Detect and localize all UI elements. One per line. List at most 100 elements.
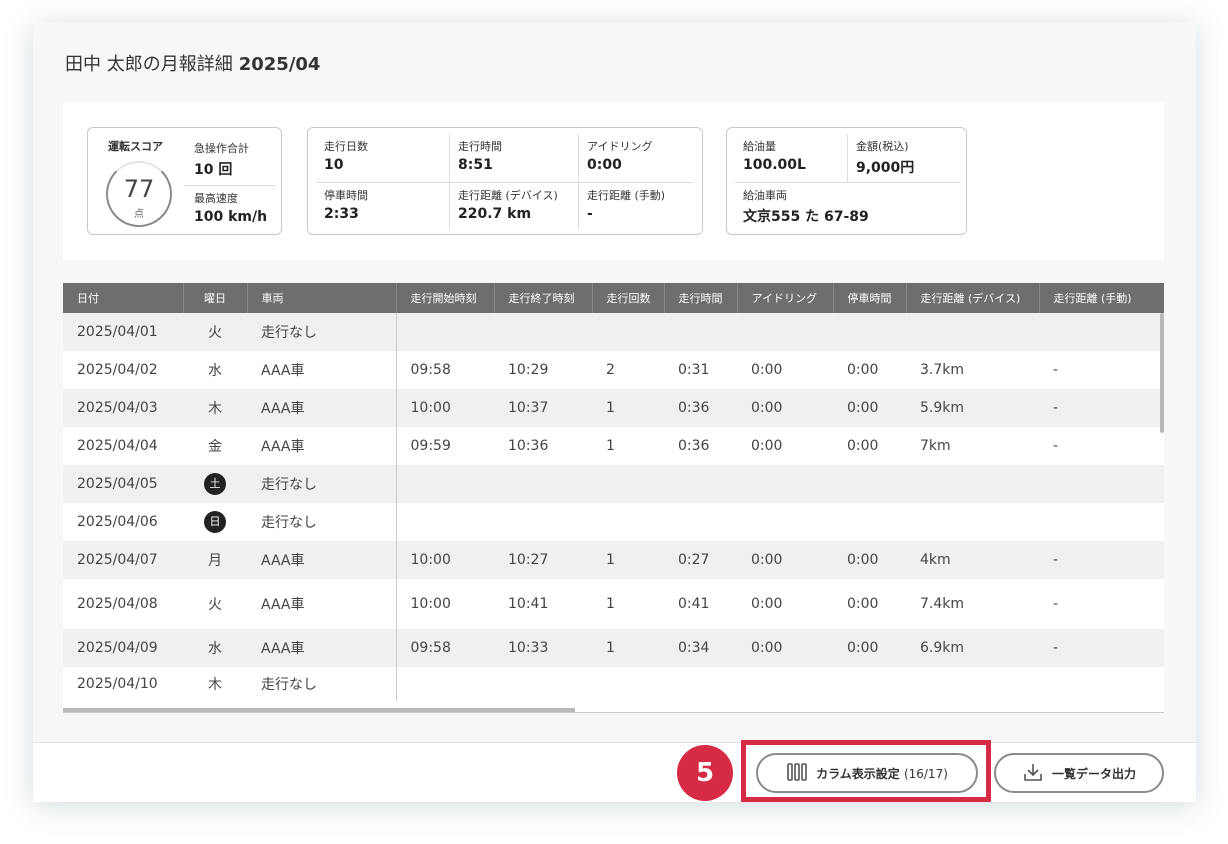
table-cell: 7km xyxy=(906,427,1039,465)
idle-value: 0:00 xyxy=(587,157,622,173)
table-row[interactable]: 2025/04/08 火 AAA車 10:00 10:41 1 0:41 0:00 0:00 7.… xyxy=(63,579,1164,629)
table-cell: 10:00 xyxy=(395,579,494,629)
table-cell: 0:36 xyxy=(664,427,737,465)
table-cell xyxy=(395,503,494,541)
table-cell xyxy=(664,667,737,701)
fuel-amount-value: 100.00L xyxy=(743,157,806,173)
table-cell: 2025/04/01 xyxy=(63,313,183,351)
vertical-scrollbar[interactable] xyxy=(1160,313,1164,433)
table-header-row: 日付 曜日 車両 走行開始時刻 走行終了時刻 走行回数 走行時間 アイドリング … xyxy=(63,283,1164,313)
col-header-device-distance[interactable]: 走行距離 (デバイス) xyxy=(906,283,1040,313)
table-cell xyxy=(664,313,737,351)
table-cell xyxy=(1039,667,1164,701)
fuel-price-label: 金額(税込) xyxy=(856,140,909,153)
table-cell: 10:00 xyxy=(395,541,494,579)
table-row[interactable]: 2025/04/07 月 AAA車 10:00 10:27 1 0:27 0:00 0:00 4k… xyxy=(63,541,1164,579)
table-body: 2025/04/01 火走行なし 2025/04/02 水 AAA車 09:58 10:29… xyxy=(63,313,1164,701)
table-cell: 0:00 xyxy=(737,541,833,579)
table-row[interactable]: 2025/04/10 木走行なし xyxy=(63,667,1164,701)
table-cell: - xyxy=(1039,629,1164,667)
table-cell: 2025/04/02 xyxy=(63,351,183,389)
table-cell: 1 xyxy=(592,389,664,427)
table-row[interactable]: 2025/04/02 水 AAA車 09:58 10:29 2 0:31 0:00 0:00 3.… xyxy=(63,351,1164,389)
table-row[interactable]: 2025/04/09 水 AAA車 09:58 10:33 1 0:34 0:00 0:00 6.… xyxy=(63,629,1164,667)
table-cell: 10:37 xyxy=(494,389,592,427)
table-cell: - xyxy=(1039,541,1164,579)
col-header-weekday[interactable]: 曜日 xyxy=(183,283,248,313)
table-row[interactable]: 2025/04/05 土走行なし xyxy=(63,465,1164,503)
table-cell: 0:00 xyxy=(737,351,833,389)
sudden-ops-stat: 急操作合計 10 回 xyxy=(184,136,276,185)
score-gauge: 77 点 xyxy=(106,161,172,227)
table-cell xyxy=(494,313,592,351)
stop-time-stat: 停車時間 2:33 xyxy=(316,182,449,230)
col-header-idle[interactable]: アイドリング xyxy=(737,283,834,313)
run-days-label: 走行日数 xyxy=(324,140,368,153)
fuel-price-value: 9,000円 xyxy=(856,160,915,176)
col-header-stop-time[interactable]: 停車時間 xyxy=(833,283,907,313)
table-cell xyxy=(833,667,906,701)
table-cell: 09:58 xyxy=(395,629,494,667)
col-header-date[interactable]: 日付 xyxy=(63,283,184,313)
table-cell xyxy=(395,667,494,701)
table-cell xyxy=(592,313,664,351)
table-row[interactable]: 2025/04/04 金 AAA車 09:59 10:36 1 0:36 0:00 0:00 7k… xyxy=(63,427,1164,465)
table-cell: - xyxy=(1039,351,1164,389)
table-row[interactable]: 2025/04/06 日走行なし xyxy=(63,503,1164,541)
max-speed-value: 100 km/h xyxy=(194,209,268,225)
col-header-vehicle[interactable]: 車両 xyxy=(247,283,397,313)
table-cell xyxy=(664,465,737,503)
fuel-card: 給油量 100.00L 金額(税込) 9,000円 給油車両 文京555 た 67-8… xyxy=(726,127,967,235)
table-cell: 1 xyxy=(592,427,664,465)
table-cell xyxy=(1039,465,1164,503)
table-cell xyxy=(906,465,1039,503)
col-header-run-time[interactable]: 走行時間 xyxy=(664,283,738,313)
table-cell: 1 xyxy=(592,541,664,579)
table-cell: 7.4km xyxy=(906,579,1039,629)
table-cell: 0:00 xyxy=(833,579,906,629)
column-settings-count: (16/17) xyxy=(903,766,948,781)
table-cell: 10:00 xyxy=(395,389,494,427)
table-cell: 2025/04/10 xyxy=(63,667,183,701)
column-settings-button[interactable]: カラム表示設定 (16/17) xyxy=(756,753,978,793)
fuel-amount-label: 給油量 xyxy=(743,140,776,153)
summary-section: 運転スコア 77 点 急操作合計 10 回 最高速度 100 km/h 走行日数… xyxy=(63,102,1164,260)
score-value: 77 xyxy=(123,175,155,203)
table-cell: 0:00 xyxy=(737,427,833,465)
step-number-badge: 5 xyxy=(677,745,733,801)
table-cell: 0:00 xyxy=(833,541,906,579)
table-cell xyxy=(906,667,1039,701)
table-cell xyxy=(395,313,494,351)
col-header-end-time[interactable]: 走行終了時刻 xyxy=(494,283,593,313)
weekday-cell: 水 xyxy=(183,351,247,389)
table-cell: 0:00 xyxy=(737,629,833,667)
col-header-run-count[interactable]: 走行回数 xyxy=(592,283,665,313)
table-row[interactable]: 2025/04/03 木 AAA車 10:00 10:37 1 0:36 0:00 0:00 5.… xyxy=(63,389,1164,427)
table-cell: 0:00 xyxy=(833,389,906,427)
col-header-start-time[interactable]: 走行開始時刻 xyxy=(395,283,495,313)
max-speed-label: 最高速度 xyxy=(194,192,238,205)
run-days-stat: 走行日数 10 xyxy=(316,134,449,182)
export-list-button[interactable]: 一覧データ出力 xyxy=(994,753,1164,793)
table-cell: 3.7km xyxy=(906,351,1039,389)
device-distance-label: 走行距離 (デバイス) xyxy=(458,189,558,202)
export-list-label: 一覧データ出力 xyxy=(1051,766,1136,781)
column-settings-label: カラム表示設定 xyxy=(816,766,900,781)
table-cell xyxy=(494,503,592,541)
table-cell xyxy=(494,667,592,701)
col-header-manual-distance[interactable]: 走行距離 (手動) xyxy=(1039,283,1164,313)
table-cell: 0:34 xyxy=(664,629,737,667)
stop-time-value: 2:33 xyxy=(324,206,359,222)
table-cell: 2025/04/04 xyxy=(63,427,183,465)
table-cell: AAA車 xyxy=(247,629,396,667)
daily-table-container[interactable]: 日付 曜日 車両 走行開始時刻 走行終了時刻 走行回数 走行時間 アイドリング … xyxy=(63,283,1164,713)
table-cell: 2 xyxy=(592,351,664,389)
table-cell: 5.9km xyxy=(906,389,1039,427)
weekday-cell: 火 xyxy=(183,313,247,351)
table-row[interactable]: 2025/04/01 火走行なし xyxy=(63,313,1164,351)
table-cell xyxy=(906,313,1039,351)
horizontal-scrollbar[interactable] xyxy=(63,708,575,712)
table-cell xyxy=(664,503,737,541)
table-cell: 走行なし xyxy=(247,313,396,351)
report-month: 2025/04 xyxy=(238,54,321,75)
